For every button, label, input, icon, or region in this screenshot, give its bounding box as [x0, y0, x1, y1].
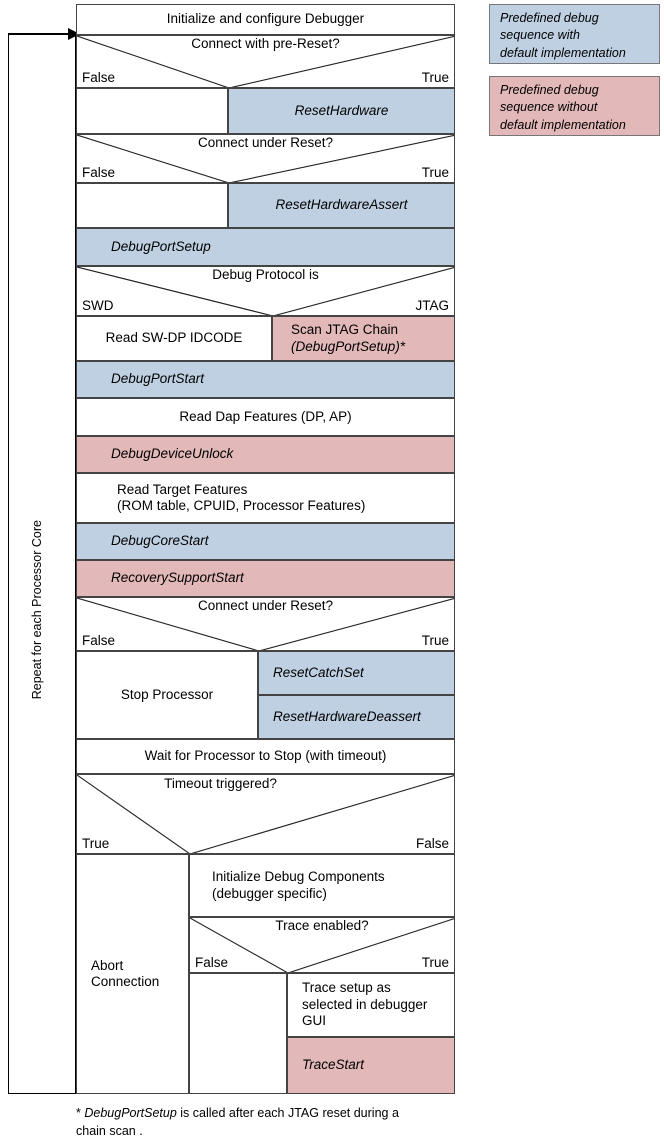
decision-true-label: True: [421, 165, 449, 180]
step-debug-port-setup: DebugPortSetup: [76, 228, 455, 266]
footnote-rest-line1: is called after each JTAG reset during a: [180, 1106, 399, 1120]
decision-question: Debug Protocol is: [212, 267, 319, 282]
step-label-line1: Read Target Features: [117, 481, 248, 497]
decision-true-label: True: [421, 70, 449, 85]
decision-question: Timeout triggered?: [164, 776, 277, 791]
decision-question: Connect under Reset?: [197, 135, 334, 150]
step-abort-connection: Abort Connection: [76, 854, 189, 1094]
loop-arrow-icon: [8, 28, 80, 40]
footnote-marker: *: [76, 1106, 81, 1120]
step-label: ResetHardwareAssert: [275, 197, 408, 213]
step-reset-hardware-assert: ResetHardwareAssert: [228, 183, 455, 228]
step-read-target-features: Read Target Features (ROM table, CPUID, …: [76, 473, 455, 523]
decision-debug-protocol: Debug Protocol is SWD JTAG: [76, 266, 455, 316]
decision-jtag-label: JTAG: [415, 298, 450, 313]
step-label-line2: (ROM table, CPUID, Processor Features): [117, 498, 366, 513]
step-label: ResetHardware: [294, 102, 389, 118]
step-stop-processor: Stop Processor: [76, 651, 258, 739]
decision-swd-label: SWD: [82, 298, 114, 313]
step-read-dap-features: Read Dap Features (DP, AP): [76, 398, 455, 436]
repeat-loop-label: Repeat for each Processor Core: [30, 520, 44, 700]
decision-false-label: False: [82, 70, 116, 85]
step-reset-catch-set: ResetCatchSet: [258, 651, 455, 695]
step-label: DebugPortStart: [111, 371, 205, 387]
step-label: Read SW-DP IDCODE: [105, 330, 243, 346]
step-label: DebugDeviceUnlock: [111, 446, 234, 462]
step-wait-for-processor-to-stop: Wait for Processor to Stop (with timeout…: [76, 739, 455, 774]
legend-sequence-with-default: Predefined debug sequence with default i…: [489, 4, 660, 64]
legend-line1: Predefined debug: [500, 11, 599, 25]
decision-true-label: True: [421, 955, 449, 970]
decision-trace-enabled: Trace enabled? False True: [189, 917, 455, 973]
step-label: DebugCoreStart: [111, 533, 209, 549]
legend-line2: sequence with: [500, 28, 580, 43]
step-label-line1: Initialize Debug Components: [212, 869, 385, 885]
step-debug-device-unlock: DebugDeviceUnlock: [76, 436, 455, 473]
step-label: Initialize and configure Debugger: [166, 11, 365, 27]
decision-false-label: False: [82, 165, 116, 180]
step-label: RecoverySupportStart: [111, 570, 244, 586]
legend-line2: sequence without: [500, 100, 598, 115]
decision-true-label: True: [421, 633, 449, 648]
legend-line3: default implementation: [500, 45, 626, 60]
step-reset-hardware: ResetHardware: [228, 88, 455, 134]
branch-empty-under-reset-1-false: [76, 183, 228, 228]
step-label: ResetHardwareDeassert: [273, 708, 421, 724]
step-label-line2: Connection: [91, 974, 160, 989]
step-label: Read Dap Features (DP, AP): [179, 408, 352, 424]
step-reset-hardware-deassert: ResetHardwareDeassert: [258, 695, 455, 739]
step-read-swdp-idcode: Read SW-DP IDCODE: [76, 316, 272, 361]
footnote-emphasis: DebugPortSetup: [84, 1106, 177, 1120]
step-trace-start: TraceStart: [287, 1037, 455, 1094]
decision-question: Trace enabled?: [275, 918, 369, 933]
step-recovery-support-start: RecoverySupportStart: [76, 560, 455, 597]
decision-connect-under-reset-2: Connect under Reset? False True: [76, 597, 455, 651]
decision-true-label: True: [82, 836, 110, 851]
step-label: DebugPortSetup: [111, 238, 211, 254]
step-debug-port-start: DebugPortStart: [76, 361, 455, 398]
step-label-line1: Scan JTAG Chain: [291, 322, 399, 338]
step-label-line1: Trace setup as: [302, 980, 391, 996]
step-label: ResetCatchSet: [273, 664, 364, 680]
branch-empty-pre-reset-false: [76, 88, 228, 134]
step-initialize-debug-components: Initialize Debug Components (debugger sp…: [189, 854, 455, 917]
branch-empty-trace-false: [189, 973, 287, 1094]
step-label-line3: GUI: [302, 1013, 327, 1029]
decision-false-label: False: [415, 836, 449, 851]
step-label: TraceStart: [302, 1057, 365, 1073]
footnote: * DebugPortSetup is called after each JT…: [76, 1104, 476, 1140]
footnote-rest-line2: chain scan .: [76, 1124, 143, 1139]
step-label-line1: Abort: [91, 957, 124, 973]
legend-line3: default implementation: [500, 117, 626, 132]
step-initialize-configure-debugger: Initialize and configure Debugger: [76, 4, 455, 35]
step-label: Wait for Processor to Stop (with timeout…: [144, 748, 387, 764]
decision-connect-with-pre-reset: Connect with pre-Reset? False True: [76, 35, 455, 88]
step-label: Stop Processor: [120, 686, 214, 702]
decision-false-label: False: [82, 633, 116, 648]
decision-question: Connect with pre-Reset?: [191, 36, 340, 51]
step-label-line2: (debugger specific): [212, 885, 327, 901]
decision-connect-under-reset-1: Connect under Reset? False True: [76, 134, 455, 183]
step-label-line2: (DebugPortSetup)*: [291, 338, 406, 354]
step-debug-core-start: DebugCoreStart: [76, 523, 455, 560]
legend-line1: Predefined debug: [500, 83, 599, 97]
step-label-line2: selected in debugger: [302, 996, 428, 1012]
decision-timeout-triggered: Timeout triggered? True False: [76, 774, 455, 854]
decision-false-label: False: [195, 955, 229, 970]
legend-sequence-without-default: Predefined debug sequence without defaul…: [489, 76, 660, 136]
step-scan-jtag-chain: Scan JTAG Chain (DebugPortSetup)*: [272, 316, 455, 361]
step-trace-setup: Trace setup as selected in debugger GUI: [287, 973, 455, 1037]
decision-question: Connect under Reset?: [197, 598, 334, 613]
